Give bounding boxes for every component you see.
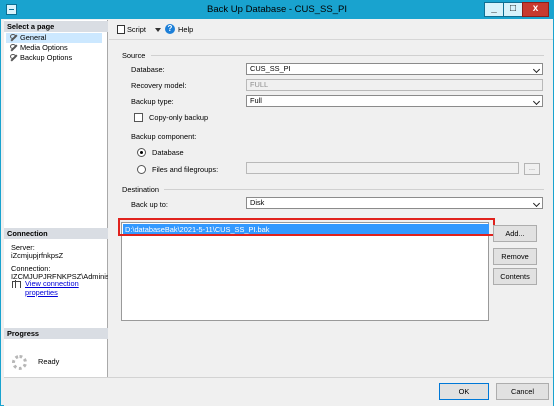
- destination-divider: [164, 189, 544, 190]
- chevron-down-icon[interactable]: [155, 28, 161, 32]
- sidebar-item-media-options[interactable]: Media Options: [6, 43, 102, 53]
- window-title: Back Up Database - CUS_SS_PI: [207, 4, 347, 15]
- copy-only-label[interactable]: Copy-only backup: [149, 113, 208, 122]
- backup-to-dropdown[interactable]: Disk: [246, 197, 543, 209]
- backup-destinations-list[interactable]: D:\databaseBak\2021-5-11\CUS_SS_PI.bak: [121, 222, 489, 321]
- remove-button[interactable]: Remove: [493, 248, 537, 265]
- browse-files-button: ...: [524, 163, 540, 175]
- database-radio-label[interactable]: Database: [152, 148, 184, 157]
- cancel-button[interactable]: Cancel: [496, 383, 549, 400]
- progress-status: Ready: [38, 357, 60, 366]
- chevron-down-icon: [532, 199, 541, 208]
- view-connection-properties-link[interactable]: View connection properties: [25, 279, 107, 297]
- maximize-button[interactable]: □: [503, 2, 523, 17]
- sidebar-item-backup-options[interactable]: Backup Options: [6, 53, 102, 63]
- sidebar-item-label: Media Options: [20, 43, 68, 52]
- chevron-down-icon: [532, 65, 541, 74]
- main-content: Script ? Help Source Database: CUS_SS_PI…: [109, 20, 553, 377]
- toolbar: Script ? Help: [109, 20, 553, 40]
- dialog-footer: OK Cancel: [4, 377, 553, 406]
- database-label: Database:: [131, 65, 165, 74]
- backup-component-label: Backup component:: [131, 132, 197, 141]
- sidebar-item-general[interactable]: General: [6, 33, 102, 43]
- backup-type-label: Backup type:: [131, 97, 174, 106]
- source-group-label: Source: [122, 51, 146, 60]
- files-filegroups-field: [246, 162, 519, 174]
- backup-to-label: Back up to:: [131, 200, 168, 209]
- connection-icon: [11, 280, 21, 288]
- select-page-header: Select a page: [4, 21, 108, 32]
- backup-to-value: Disk: [250, 198, 265, 207]
- left-pane: Select a page General Media Options Back…: [4, 20, 108, 377]
- add-button[interactable]: Add...: [493, 225, 537, 242]
- script-icon: [117, 25, 125, 34]
- sidebar-item-label: General: [20, 33, 47, 42]
- server-value: iZcmjupjrfnkpsZ: [11, 251, 64, 260]
- help-icon[interactable]: ?: [165, 24, 175, 34]
- contents-button[interactable]: Contents: [493, 268, 537, 285]
- minimize-button[interactable]: _: [484, 2, 504, 17]
- sidebar-item-label: Backup Options: [20, 53, 73, 62]
- files-filegroups-label[interactable]: Files and filegroups:: [152, 165, 218, 174]
- help-button[interactable]: Help: [178, 25, 193, 34]
- backup-type-dropdown[interactable]: Full: [246, 95, 543, 107]
- database-dropdown[interactable]: CUS_SS_PI: [246, 63, 543, 75]
- script-button[interactable]: Script: [127, 25, 146, 34]
- recovery-model-field: FULL: [246, 79, 543, 91]
- recovery-model-label: Recovery model:: [131, 81, 187, 90]
- chevron-down-icon: [532, 97, 541, 106]
- backup-type-value: Full: [250, 96, 262, 105]
- progress-header: Progress: [4, 328, 108, 339]
- selected-destination-highlight: [118, 218, 495, 236]
- wrench-icon: [10, 34, 18, 42]
- database-radio[interactable]: [137, 148, 146, 157]
- database-value: CUS_SS_PI: [250, 64, 291, 73]
- close-button[interactable]: x: [522, 2, 549, 17]
- source-divider: [151, 55, 544, 56]
- window-titlebar: Back Up Database - CUS_SS_PI _ □ x: [1, 1, 553, 19]
- wrench-icon: [10, 44, 18, 52]
- destination-group-label: Destination: [122, 185, 159, 194]
- files-filegroups-radio[interactable]: [137, 165, 146, 174]
- wrench-icon: [10, 54, 18, 62]
- ok-button[interactable]: OK: [439, 383, 489, 400]
- spinner-icon: [12, 355, 27, 370]
- copy-only-checkbox[interactable]: [134, 113, 143, 122]
- backup-database-dialog: Back Up Database - CUS_SS_PI _ □ x Selec…: [0, 0, 554, 406]
- connection-header: Connection: [4, 228, 108, 239]
- recovery-model-value: FULL: [250, 80, 269, 89]
